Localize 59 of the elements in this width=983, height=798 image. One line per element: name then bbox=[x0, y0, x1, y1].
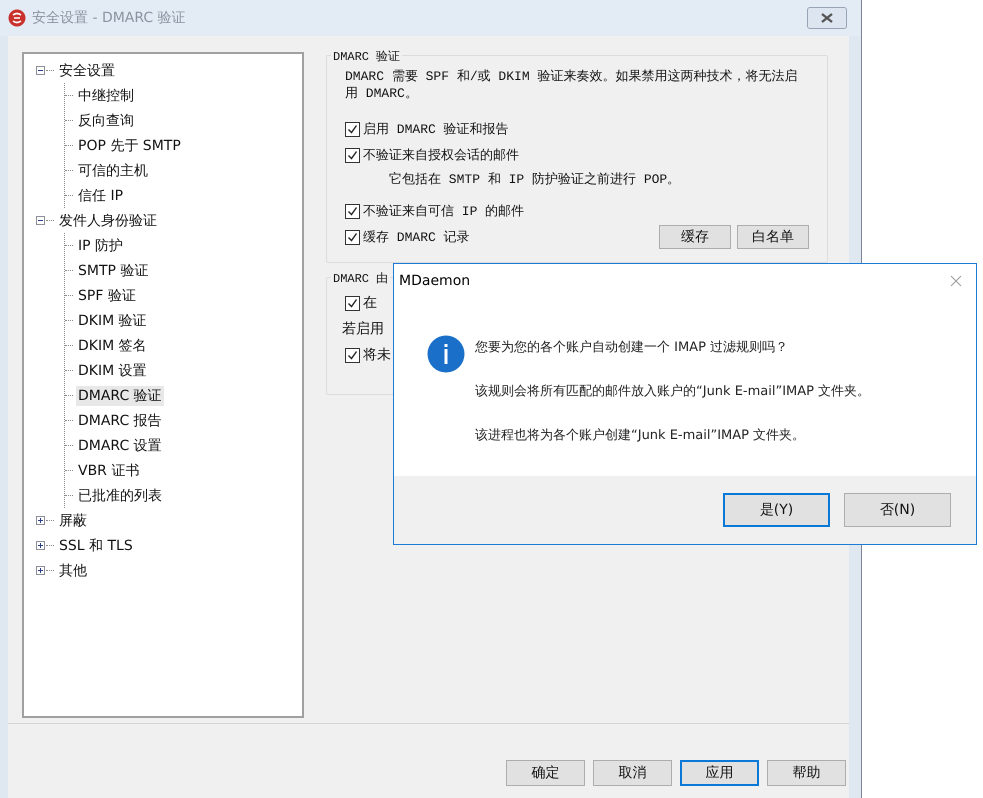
checkbox[interactable] bbox=[345, 348, 360, 362]
note-text: 它包括在 SMTP 和 IP 防护验证之前进行 POP。 bbox=[388, 171, 680, 188]
dialog-title: MDaemon bbox=[399, 272, 470, 288]
footer-button[interactable]: 确定 bbox=[506, 760, 585, 786]
tree-item[interactable]: SSL 和 TLS bbox=[57, 536, 135, 556]
description-text: DMARC 需要 SPF 和/或 DKIM 验证来奏效。如果禁用这两种技术，将无法启用 DMARC。 bbox=[345, 68, 798, 102]
tree-item[interactable]: 其他 bbox=[57, 560, 89, 580]
app-logo-icon bbox=[8, 9, 26, 27]
tree-item[interactable]: 已批准的列表 bbox=[76, 486, 164, 506]
checkbox[interactable] bbox=[345, 148, 360, 162]
checkbox-label: 在 bbox=[363, 294, 377, 312]
tree-item[interactable]: POP 先于 SMTP bbox=[76, 136, 183, 156]
tree-item[interactable]: SPF 验证 bbox=[76, 286, 138, 306]
tree-item[interactable]: DMARC 设置 bbox=[76, 436, 164, 456]
tree-item[interactable]: DKIM 签名 bbox=[76, 336, 149, 356]
checkbox[interactable] bbox=[345, 122, 360, 136]
tree-item[interactable]: IP 防护 bbox=[76, 236, 126, 256]
close-button[interactable] bbox=[807, 7, 847, 29]
expander-icon[interactable] bbox=[36, 66, 45, 75]
checkbox[interactable] bbox=[345, 230, 360, 244]
tree-item[interactable]: DMARC 报告 bbox=[76, 410, 164, 430]
dialog-message: 该进程也将为各个账户创建“Junk E-mail”IMAP 文件夹。 bbox=[475, 427, 806, 445]
tree-item[interactable]: DKIM 设置 bbox=[76, 360, 149, 380]
tree-item[interactable]: 屏蔽 bbox=[57, 510, 89, 530]
dialog-button[interactable]: 是(Y) bbox=[723, 493, 830, 527]
group-button[interactable]: 缓存 bbox=[659, 225, 731, 249]
tree-item[interactable]: 信任 IP bbox=[76, 186, 126, 206]
close-icon[interactable] bbox=[950, 274, 962, 286]
checkbox-label: 将未 bbox=[363, 346, 391, 364]
expander-icon[interactable] bbox=[36, 566, 45, 575]
dialog-button[interactable]: 否(N) bbox=[844, 493, 951, 527]
tree-item[interactable]: 安全设置 bbox=[57, 60, 117, 80]
checkbox-label: 不验证来自可信 IP 的邮件 bbox=[363, 203, 524, 220]
close-icon bbox=[820, 13, 834, 23]
expander-icon[interactable] bbox=[36, 516, 45, 525]
tree-item[interactable]: DKIM 验证 bbox=[76, 310, 149, 330]
checkbox-label: 缓存 DMARC 记录 bbox=[363, 229, 470, 246]
footer-button[interactable]: 帮助 bbox=[767, 760, 846, 786]
info-icon bbox=[427, 335, 465, 373]
checkbox[interactable] bbox=[345, 296, 360, 310]
tree-item[interactable]: 反向查询 bbox=[76, 110, 136, 130]
dialog-message: 该规则会将所有匹配的邮件放入账户的“Junk E-mail”IMAP 文件夹。 bbox=[475, 383, 870, 401]
tree-item[interactable]: VBR 证书 bbox=[76, 460, 142, 480]
window-title: 安全设置 - DMARC 验证 bbox=[32, 9, 186, 27]
tree-item[interactable]: 发件人身份验证 bbox=[57, 210, 159, 230]
checkbox-label: 不验证来自授权会话的邮件 bbox=[363, 147, 519, 164]
tree-item[interactable]: 中继控制 bbox=[76, 86, 136, 106]
footer-button[interactable]: 应用 bbox=[680, 760, 759, 786]
tree-item[interactable]: SMTP 验证 bbox=[76, 260, 150, 280]
tree-item[interactable]: 可信的主机 bbox=[76, 160, 150, 180]
tree-item[interactable]: DMARC 验证 bbox=[76, 386, 164, 406]
expander-icon[interactable] bbox=[36, 216, 45, 225]
checkbox[interactable] bbox=[345, 204, 360, 218]
footer-button[interactable]: 取消 bbox=[593, 760, 672, 786]
group-button[interactable]: 白名单 bbox=[737, 225, 809, 249]
info-text: 若启用 bbox=[342, 320, 384, 338]
checkbox-label: 启用 DMARC 验证和报告 bbox=[363, 121, 509, 138]
dialog-question: 您要为您的各个账户自动创建一个 IMAP 过滤规则吗？ bbox=[475, 339, 790, 357]
expander-icon[interactable] bbox=[36, 541, 45, 550]
